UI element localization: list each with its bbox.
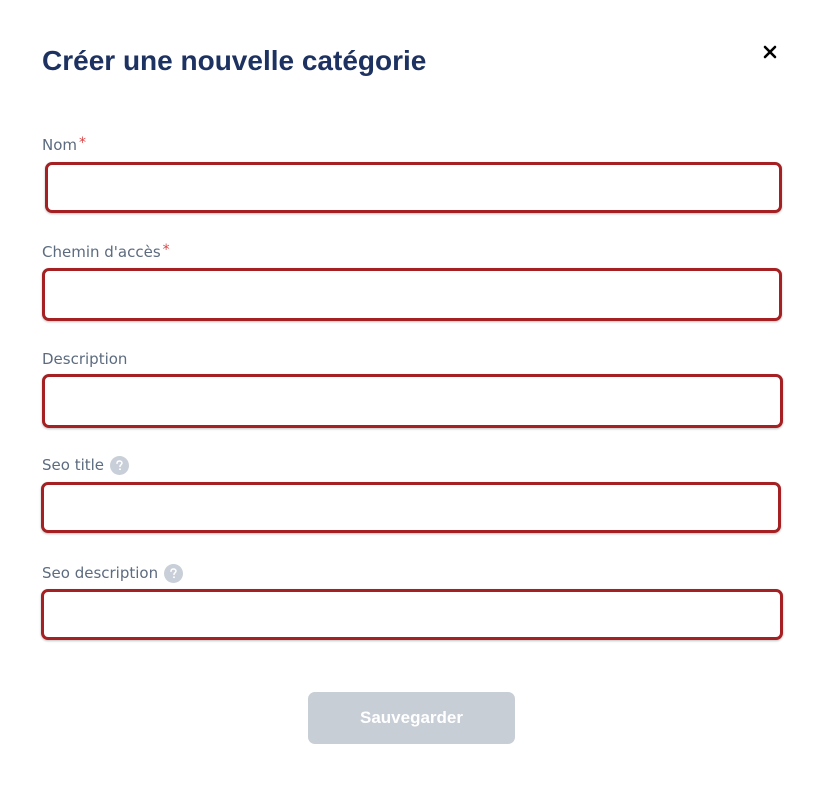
chemin-label: Chemin d'accès *	[42, 242, 170, 262]
question-mark-glyph	[116, 459, 123, 470]
question-icon[interactable]	[110, 455, 130, 475]
required-marker: *	[162, 242, 170, 258]
seo-description-label: Seo description	[42, 563, 184, 583]
nom-label-text: Nom	[42, 136, 78, 154]
description-input[interactable]	[42, 374, 783, 428]
modal-title: Créer une nouvelle catégorie	[42, 45, 427, 76]
question-icon[interactable]	[164, 563, 184, 583]
question-mark-glyph	[170, 567, 177, 578]
seo-description-input[interactable]	[41, 589, 783, 640]
create-category-modal: Créer une nouvelle catégorie Nom * Chemin…	[0, 0, 827, 787]
chemin-label-text: Chemin d'accès	[42, 243, 161, 261]
description-label-text: Description	[42, 350, 128, 368]
description-label: Description	[42, 349, 127, 369]
close-icon	[763, 45, 777, 59]
nom-label: Nom *	[42, 135, 86, 155]
seo-description-label-text: Seo description	[42, 564, 159, 582]
nom-input[interactable]	[45, 162, 782, 213]
chemin-input[interactable]	[42, 268, 782, 321]
save-button[interactable]: Sauvegarder	[308, 692, 515, 744]
seo-title-input[interactable]	[41, 482, 781, 533]
seo-title-label: Seo title	[42, 455, 130, 475]
close-button[interactable]	[758, 40, 782, 64]
seo-title-label-text: Seo title	[42, 456, 105, 474]
required-marker: *	[79, 135, 87, 151]
